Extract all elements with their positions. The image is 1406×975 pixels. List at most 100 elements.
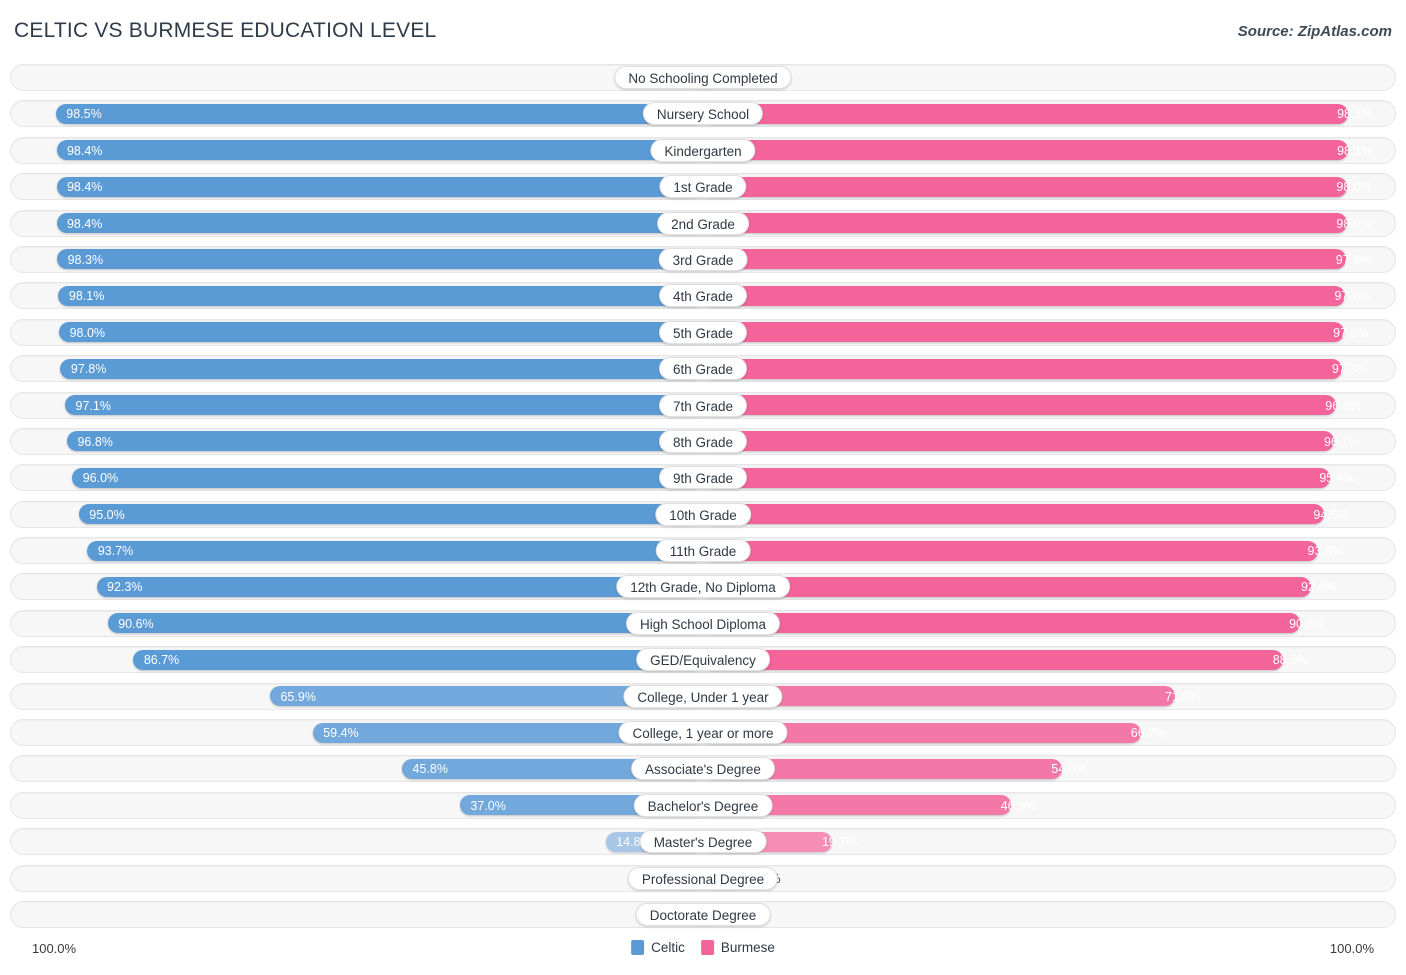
celtic-value-label: 96.8% <box>77 434 113 449</box>
chart-row: 65.9% 71.9% College, Under 1 year <box>10 681 1396 712</box>
category-label: 9th Grade <box>658 466 748 490</box>
chart-footer: 100.0% Celtic Burmese 100.0% <box>10 934 1396 972</box>
source-attribution: Source: ZipAtlas.com <box>1237 22 1392 40</box>
burmese-bar[interactable] <box>703 467 1330 488</box>
celtic-bar[interactable] <box>67 431 703 452</box>
burmese-value-label: 92.6% <box>1300 580 1337 595</box>
celtic-half: 86.7% <box>10 644 703 675</box>
celtic-half: 95.0% <box>10 499 703 530</box>
chart-row: 98.4% 98.1% Kindergarten <box>10 135 1396 166</box>
category-label: 3rd Grade <box>658 247 748 271</box>
chart-row: 86.7% 88.3% GED/Equivalency <box>10 644 1396 675</box>
burmese-bar[interactable] <box>703 431 1335 452</box>
celtic-bar[interactable] <box>78 504 703 525</box>
chart-row: 1.6%1.9%No Schooling Completed <box>10 62 1396 93</box>
legend-swatch-icon <box>631 940 645 955</box>
burmese-half: 94.5% <box>703 499 1396 530</box>
burmese-bar[interactable] <box>703 213 1347 234</box>
celtic-bar[interactable] <box>72 467 703 488</box>
burmese-half: 97.9% <box>703 244 1396 275</box>
burmese-bar[interactable] <box>703 504 1324 525</box>
page-title: CELTIC VS BURMESE EDUCATION LEVEL <box>14 19 437 42</box>
celtic-bar[interactable] <box>57 249 703 270</box>
chart-row: 97.1% 96.3% 7th Grade <box>10 390 1396 421</box>
chart-row: 1.9%2.6%Doctorate Degree <box>10 899 1396 930</box>
celtic-value-label: 98.1% <box>68 289 105 304</box>
burmese-bar[interactable] <box>703 103 1348 124</box>
celtic-bar[interactable] <box>59 322 703 343</box>
celtic-value-label: 98.4% <box>66 143 103 158</box>
burmese-bar[interactable] <box>703 249 1347 270</box>
category-label: 8th Grade <box>658 429 748 453</box>
axis-label-left: 100.0% <box>32 941 77 956</box>
burmese-half: 98.1% <box>703 135 1396 166</box>
burmese-bar[interactable] <box>703 576 1312 597</box>
burmese-half: 98.1% <box>703 98 1396 129</box>
celtic-value-label: 92.3% <box>107 580 143 595</box>
celtic-bar[interactable] <box>87 540 703 561</box>
celtic-bar[interactable] <box>58 285 703 306</box>
celtic-bar[interactable] <box>133 649 703 670</box>
celtic-half: 37.0% <box>10 790 703 821</box>
burmese-half: 98.0% <box>703 208 1396 239</box>
legend-item[interactable]: Celtic <box>631 940 685 955</box>
chart-row: 98.3% 97.9% 3rd Grade <box>10 244 1396 275</box>
celtic-half: 45.8% <box>10 753 703 784</box>
burmese-half: 88.3% <box>703 644 1396 675</box>
celtic-bar[interactable] <box>56 140 703 161</box>
burmese-bar[interactable] <box>703 395 1336 416</box>
category-label: 2nd Grade <box>657 211 749 235</box>
celtic-bar[interactable] <box>60 358 703 379</box>
burmese-bar[interactable] <box>703 140 1348 161</box>
burmese-bar[interactable] <box>703 176 1347 197</box>
burmese-half: 98.0% <box>703 171 1396 202</box>
burmese-half: 96.1% <box>703 426 1396 457</box>
legend-item[interactable]: Burmese <box>700 940 775 955</box>
category-label: 11th Grade <box>655 539 751 563</box>
celtic-half: 96.8% <box>10 426 703 457</box>
category-label: 4th Grade <box>658 284 748 308</box>
burmese-half: 97.5% <box>703 317 1396 348</box>
burmese-bar[interactable] <box>703 540 1318 561</box>
celtic-half: 98.4% <box>10 171 703 202</box>
celtic-value-label: 95.0% <box>89 507 125 522</box>
celtic-half: 98.1% <box>10 280 703 311</box>
celtic-bar[interactable] <box>55 103 703 124</box>
legend-label: Burmese <box>720 940 775 955</box>
celtic-half: 65.9% <box>10 681 703 712</box>
burmese-bar[interactable] <box>703 613 1300 634</box>
chart-row: 97.8% 97.3% 6th Grade <box>10 353 1396 384</box>
celtic-bar[interactable] <box>107 613 703 634</box>
celtic-bar[interactable] <box>96 576 703 597</box>
category-label: No Schooling Completed <box>614 66 792 89</box>
burmese-bar[interactable] <box>703 649 1284 670</box>
celtic-half: 1.6% <box>10 62 703 93</box>
celtic-half: 90.6% <box>10 608 703 639</box>
celtic-bar[interactable] <box>56 213 703 234</box>
category-label: 5th Grade <box>658 320 748 344</box>
burmese-value-label: 98.0% <box>1336 216 1372 231</box>
category-label: 7th Grade <box>658 393 748 417</box>
burmese-half: 19.7% <box>703 826 1396 857</box>
burmese-bar[interactable] <box>703 358 1343 379</box>
burmese-half: 46.9% <box>703 790 1396 821</box>
chart-row: 92.3% 92.6% 12th Grade, No Diploma <box>10 571 1396 602</box>
category-label: Nursery School <box>642 102 764 126</box>
burmese-value-label: 90.8% <box>1289 616 1325 631</box>
celtic-half: 4.4% <box>10 863 703 894</box>
burmese-bar[interactable] <box>703 285 1345 306</box>
burmese-value-label: 71.9% <box>1164 689 1201 704</box>
burmese-value-label: 98.0% <box>1336 180 1372 195</box>
celtic-bar[interactable] <box>65 395 703 416</box>
celtic-bar[interactable] <box>56 176 703 197</box>
celtic-value-label: 96.0% <box>82 471 119 486</box>
category-label: High School Diploma <box>625 611 781 635</box>
burmese-value-label: 97.5% <box>1333 325 1369 340</box>
burmese-bar[interactable] <box>703 322 1344 343</box>
chart-header: CELTIC VS BURMESE EDUCATION LEVEL Source… <box>0 0 1406 62</box>
burmese-value-label: 97.3% <box>1331 362 1368 377</box>
celtic-value-label: 59.4% <box>323 726 359 741</box>
burmese-value-label: 98.1% <box>1337 143 1373 158</box>
celtic-value-label: 45.8% <box>412 762 448 777</box>
category-label: Kindergarten <box>650 138 756 162</box>
